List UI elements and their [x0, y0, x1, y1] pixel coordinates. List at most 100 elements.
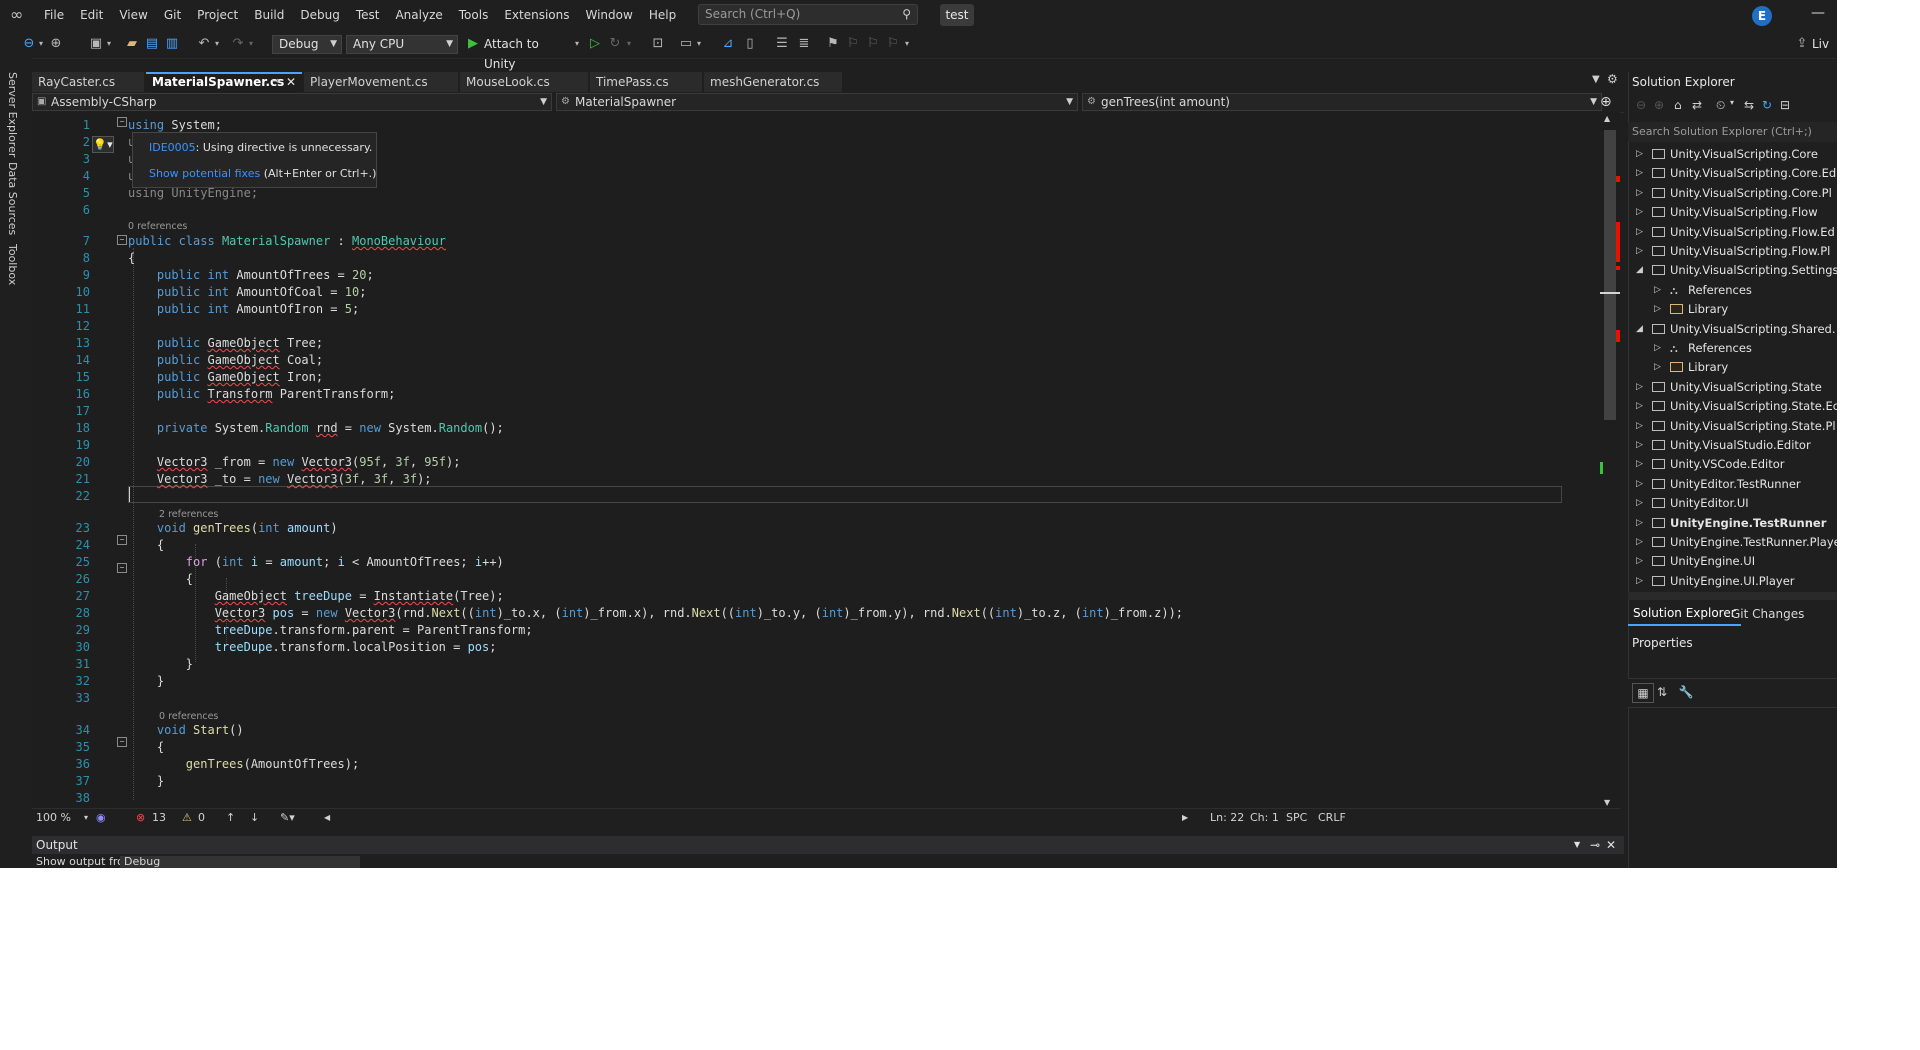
step-into-icon[interactable]: ⊿ [720, 34, 736, 54]
tree-item[interactable]: ▷ Unity.VisualScripting.Core.Ed [1628, 164, 1837, 183]
menu-window[interactable]: Window [578, 0, 641, 30]
pin-icon[interactable]: ⊸ [272, 74, 280, 90]
menu-debug[interactable]: Debug [292, 0, 347, 30]
menu-tools[interactable]: Tools [451, 0, 497, 30]
menu-analyze[interactable]: Analyze [387, 0, 450, 30]
next-issue-icon[interactable]: ↓ [250, 809, 259, 827]
collapsed-arrow-icon[interactable]: ▷ [1636, 514, 1643, 533]
fold-toggle[interactable]: − [117, 117, 127, 127]
tree-item[interactable]: ▷ ⛬ References [1628, 339, 1837, 358]
hot-reload-dropdown-icon[interactable]: ▾ [624, 34, 634, 54]
show-potential-fixes-link[interactable]: Show potential fixes [149, 167, 260, 180]
fold-toggle[interactable]: − [117, 737, 127, 747]
column-indicator[interactable]: Ch: 1 [1250, 809, 1279, 827]
scroll-up-icon[interactable]: ▲ [1604, 114, 1610, 123]
menu-project[interactable]: Project [189, 0, 246, 30]
toolbox-tab[interactable]: Toolbox [6, 244, 19, 285]
line-ending-indicator[interactable]: CRLF [1318, 809, 1346, 827]
sync-icon[interactable]: ⇆ [1744, 98, 1754, 112]
tab-solution-explorer[interactable]: Solution Explorer [1628, 604, 1741, 626]
collapsed-arrow-icon[interactable]: ▷ [1636, 242, 1643, 261]
collapsed-arrow-icon[interactable]: ▷ [1636, 378, 1643, 397]
code-cleanup-icon[interactable]: ✎▾ [280, 809, 295, 827]
menu-edit[interactable]: Edit [72, 0, 111, 30]
close-icon[interactable]: ✕ [1606, 836, 1616, 854]
tab-meshgenerator[interactable]: meshGenerator.cs [704, 72, 842, 92]
tree-item[interactable]: ◢ Unity.VisualScripting.Shared. [1628, 320, 1837, 339]
collapsed-arrow-icon[interactable]: ▷ [1636, 533, 1643, 552]
tab-list-dropdown-icon[interactable]: ▼ [1592, 74, 1600, 85]
redo-dropdown-icon[interactable]: ▾ [246, 34, 256, 54]
menu-extensions[interactable]: Extensions [496, 0, 577, 30]
tree-item[interactable]: ▷ Unity.VisualScripting.Core [1628, 145, 1837, 164]
previous-bookmark-icon[interactable]: ⚐ [846, 34, 860, 54]
collapsed-arrow-icon[interactable]: ▷ [1636, 164, 1643, 183]
device-icon[interactable]: ▯ [742, 34, 758, 54]
indent-icon[interactable]: ≣ [796, 34, 812, 54]
tab-git-changes[interactable]: Git Changes [1726, 604, 1809, 624]
tree-item[interactable]: ▷ UnityEngine.TestRunner [1628, 514, 1837, 533]
tree-item[interactable]: ▷ Unity.VSCode.Editor [1628, 455, 1837, 474]
save-all-icon[interactable]: ▥ [164, 34, 180, 54]
diagnostic-code-link[interactable]: IDE0005 [149, 141, 196, 154]
tree-item[interactable]: ▷ UnityEngine.TestRunner.Playe [1628, 533, 1837, 552]
tree-item[interactable]: ▷ Unity.VisualScripting.State.Pl [1628, 417, 1837, 436]
new-project-icon[interactable]: ▣ [88, 34, 104, 54]
play-icon[interactable]: ▶ [466, 34, 480, 54]
solution-name-badge[interactable]: test [940, 4, 974, 26]
undo-icon[interactable]: ↶ [196, 34, 212, 54]
code-editor[interactable]: 1 2 3 4 5 6 7 8 9 10 11 12 13 14 15 16 17 18 19 20 21 22 23 24 2… [32, 112, 1600, 808]
back-icon[interactable]: ⊖ [1636, 98, 1646, 112]
user-avatar[interactable]: E [1752, 6, 1772, 26]
tab-raycaster[interactable]: RayCaster.cs [32, 72, 144, 92]
start-without-debugging-icon[interactable]: ▷ [588, 34, 602, 54]
bookmark-icon[interactable]: ⚑ [826, 34, 840, 54]
solution-platform-select[interactable]: Any CPU ▼ [346, 35, 458, 54]
menu-help[interactable]: Help [641, 0, 684, 30]
layout-dropdown-icon[interactable]: ▾ [694, 34, 704, 54]
error-marker[interactable] [1616, 176, 1620, 182]
fold-toggle[interactable]: − [117, 235, 127, 245]
collapsed-arrow-icon[interactable]: ▷ [1636, 203, 1643, 222]
menu-git[interactable]: Git [156, 0, 189, 30]
collapsed-arrow-icon[interactable]: ▷ [1636, 184, 1643, 203]
error-marker[interactable] [1616, 330, 1620, 342]
layout-icon[interactable]: ▭ [678, 34, 694, 54]
tree-item[interactable]: ▷ Unity.VisualScripting.Flow.Pl [1628, 242, 1837, 261]
redo-icon[interactable]: ↷ [230, 34, 246, 54]
tree-item[interactable]: ▷ UnityEditor.UI [1628, 494, 1837, 513]
scroll-down-icon[interactable]: ▼ [1604, 798, 1610, 807]
codelens-references[interactable]: 0 references [159, 711, 218, 722]
tree-item[interactable]: ▷ ⛬ References [1628, 281, 1837, 300]
attach-to-unity-button[interactable]: Attach to Unity [484, 34, 574, 71]
close-icon[interactable]: ✕ [286, 74, 296, 90]
switch-views-icon[interactable]: ⇄ [1692, 98, 1702, 112]
data-sources-tab[interactable]: Data Sources [6, 162, 19, 235]
collapse-all-icon[interactable]: ⊟ [1780, 98, 1790, 112]
output-source-select[interactable]: Debug [120, 856, 360, 868]
open-folder-icon[interactable]: ▰ [124, 34, 140, 54]
pin-icon[interactable]: ⊸ [1590, 836, 1600, 854]
collapsed-arrow-icon[interactable]: ▷ [1636, 223, 1643, 242]
solution-configuration-select[interactable]: Debug ▼ [272, 35, 342, 54]
filter-dropdown-icon[interactable]: ▾ [1730, 98, 1734, 107]
tree-item[interactable]: ▷ Unity.VisualScripting.State [1628, 378, 1837, 397]
navigate-back-icon[interactable]: ⊖ [22, 34, 36, 54]
browser-link-icon[interactable]: ⊡ [650, 34, 666, 54]
zoom-dropdown-icon[interactable]: ▾ [84, 809, 88, 827]
tree-item[interactable]: ▷ Library [1628, 300, 1837, 319]
collapsed-arrow-icon[interactable]: ▷ [1636, 494, 1643, 513]
collapsed-arrow-icon[interactable]: ▷ [1636, 436, 1643, 455]
tree-item[interactable]: ▷ UnityEditor.TestRunner [1628, 475, 1837, 494]
codelens-references[interactable]: 0 references [128, 221, 187, 232]
clear-bookmarks-icon[interactable]: ⚐ [886, 34, 900, 54]
split-editor-icon[interactable]: ⊕ [1600, 94, 1612, 110]
collapsed-arrow-icon[interactable]: ▷ [1636, 417, 1643, 436]
property-pages-icon[interactable]: 🔧 [1676, 683, 1696, 701]
minimize-button[interactable]: — [1806, 6, 1830, 24]
scrollbar-thumb[interactable] [1604, 130, 1616, 420]
error-marker[interactable] [1616, 222, 1620, 262]
expanded-arrow-icon[interactable]: ◢ [1636, 320, 1643, 339]
tab-playermovement[interactable]: PlayerMovement.cs [304, 72, 458, 92]
error-marker[interactable] [1616, 266, 1620, 270]
